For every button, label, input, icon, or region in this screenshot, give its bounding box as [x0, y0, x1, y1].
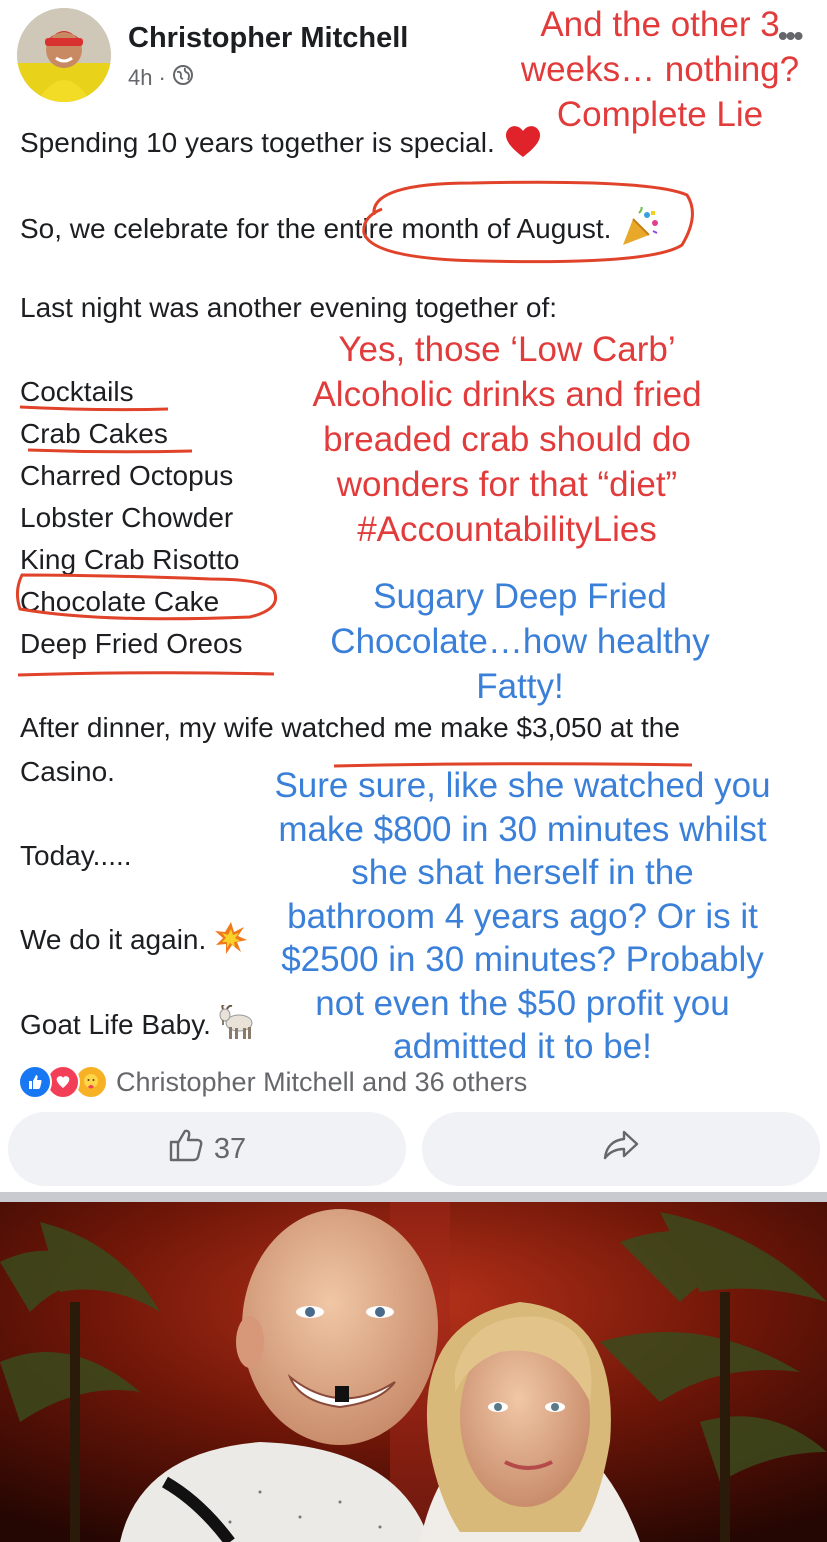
post-text: We do it again. [20, 924, 207, 956]
annotation-line: Fatty! [476, 667, 564, 706]
post-divider [0, 1192, 827, 1202]
annotation-line: #AccountabilityLies [357, 510, 657, 549]
author-name[interactable]: Christopher Mitchell [128, 22, 408, 55]
post-line-again: We do it again. [20, 921, 248, 963]
annotation-line: Complete Lie [556, 95, 764, 134]
thumbs-up-icon [168, 1128, 204, 1170]
annotation-line: breaded crab should do [323, 420, 691, 459]
annotation-red-middle: Yes, those ‘Low Carb’ Alcoholic drinks a… [262, 327, 752, 552]
annotation-line: Yes, those ‘Low Carb’ [338, 330, 676, 369]
post-line-today: Today..... [20, 840, 132, 871]
annotation-line: she shat herself in the [351, 853, 694, 892]
like-icon [18, 1065, 52, 1099]
annotation-line: weeks… nothing? [520, 50, 800, 89]
annotation-blue-middle: Sugary Deep Fried Chocolate…how healthy … [295, 574, 745, 709]
author-avatar[interactable] [17, 8, 111, 102]
annotation-line: Chocolate…how healthy [330, 622, 710, 661]
annotation-red-top: And the other 3 weeks… nothing? Complete… [500, 2, 820, 137]
annotation-marks-menu [15, 405, 277, 677]
post-meta: 4h · [128, 64, 194, 92]
annotation-line: admitted it to be! [393, 1027, 652, 1066]
collision-emoji-icon [214, 921, 248, 963]
annotation-line: not even the $50 profit you [315, 983, 730, 1023]
annotation-blue-bottom: Sure sure, like she watched you make $80… [245, 764, 800, 1069]
post-line-3: Last night was another evening together … [20, 292, 558, 323]
heart-emoji-icon [503, 123, 543, 167]
annotation-line: Sugary Deep Fried [373, 577, 667, 616]
reactions-text[interactable]: Christopher Mitchell and 36 others [116, 1067, 527, 1098]
post-line-after-dinner: After dinner, my wife watched me make $3… [20, 712, 680, 743]
annotation-line: make $800 in 30 minutes whilst [278, 809, 767, 849]
post-photo[interactable] [0, 1202, 827, 1542]
meta-dot: · [158, 65, 166, 90]
like-count: 37 [213, 1132, 247, 1165]
share-button[interactable] [422, 1112, 820, 1186]
like-button[interactable]: 37 [8, 1112, 406, 1186]
post-text: Spending 10 years together is special. [20, 127, 495, 159]
annotation-line: $2500 in 30 minutes? Probably [281, 940, 764, 979]
annotation-line: bathroom 4 years ago? Or is it [287, 896, 758, 936]
post-line-casino: Casino. [20, 756, 115, 787]
annotation-line: And the other 3 [540, 5, 780, 44]
globe-icon [172, 64, 194, 92]
post-line-goat: Goat Life Baby. [20, 1003, 259, 1049]
annotation-circle-august [362, 180, 694, 264]
annotation-line: Sure sure, like she watched you [274, 766, 771, 805]
post-line-1: Spending 10 years together is special. [20, 123, 543, 167]
annotation-line: Alcoholic drinks and fried [312, 375, 702, 414]
post-time[interactable]: 4h [128, 65, 152, 91]
post-text: Goat Life Baby. [20, 1009, 211, 1041]
annotation-line: wonders for that “diet” [336, 465, 678, 504]
reactions-summary[interactable]: Christopher Mitchell and 36 others [18, 1065, 527, 1099]
share-icon [602, 1129, 640, 1169]
